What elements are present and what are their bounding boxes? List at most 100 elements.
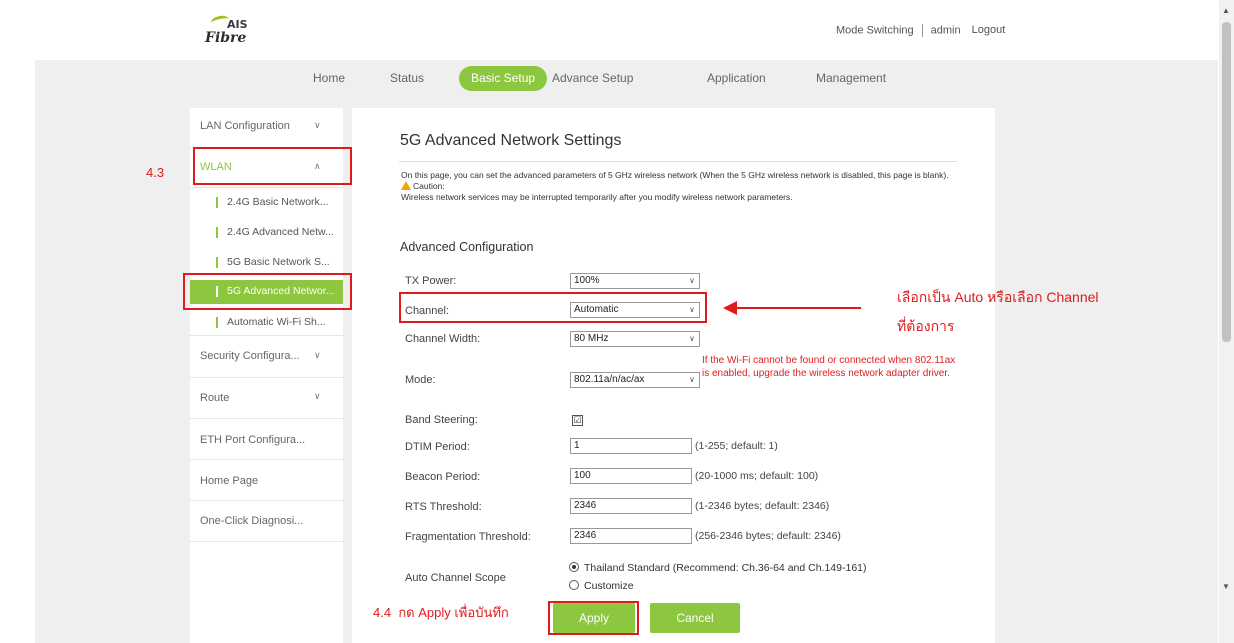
cancel-button[interactable]: Cancel xyxy=(650,603,740,633)
ais-fibre-logo[interactable]: AIS Fibre xyxy=(205,14,275,48)
auto-channel-scope-label: Auto Channel Scope xyxy=(405,572,506,584)
fragmentation-threshold-input[interactable]: 2346 xyxy=(570,528,692,544)
beacon-period-hint: (20-1000 ms; default: 100) xyxy=(695,470,819,482)
sidebar-item-lan[interactable]: LAN Configuration ∨ xyxy=(190,108,343,148)
tx-power-label: TX Power: xyxy=(405,275,457,287)
top-link-divider xyxy=(921,24,923,37)
mode-label: Mode: xyxy=(405,374,436,386)
chevron-down-icon: ∨ xyxy=(689,276,695,285)
sidebar: LAN Configuration ∨ WLAN ∧ 2.4G Basic Ne… xyxy=(190,108,343,643)
sidebar-item-label: ETH Port Configura... xyxy=(200,434,306,446)
sidebar-sub-label: 5G Basic Network S... xyxy=(227,256,330,268)
title-divider xyxy=(399,161,957,162)
sidebar-sub-24g-advanced[interactable]: 2.4G Advanced Netw... xyxy=(190,224,343,244)
nav-management[interactable]: Management xyxy=(816,66,886,91)
rts-threshold-label: RTS Threshold: xyxy=(405,501,482,513)
admin-label: admin xyxy=(930,24,961,37)
sidebar-item-route[interactable]: Route ∨ xyxy=(190,378,343,419)
channel-width-select[interactable]: 80 MHz ∨ xyxy=(570,331,700,347)
select-value: 802.11a/n/ac/ax xyxy=(574,374,645,385)
annotation-arrow-icon xyxy=(723,301,737,315)
chevron-down-icon: ∨ xyxy=(314,120,321,130)
sidebar-sub-5g-basic[interactable]: 5G Basic Network S... xyxy=(190,254,343,274)
page-title: 5G Advanced Network Settings xyxy=(400,132,622,149)
step-label-4-3: 4.3 xyxy=(146,165,165,180)
5g-advanced-highlight-box xyxy=(183,273,352,310)
step-number: 4.4 xyxy=(373,605,392,620)
beacon-period-input[interactable]: 100 xyxy=(570,468,692,484)
page-description: On this page, you can set the advanced p… xyxy=(401,170,956,203)
channel-note-line1: เลือกเป็น Auto หรือเลือก Channel xyxy=(897,289,1099,305)
sidebar-item-label: Home Page xyxy=(200,475,259,487)
caution-label: Caution: xyxy=(413,181,445,191)
main-nav: Home Status Basic Setup Advance Setup Ap… xyxy=(35,60,1218,100)
radio-unselected-icon xyxy=(569,580,579,590)
channel-note-line2: ที่ต้องการ xyxy=(897,318,955,334)
sidebar-item-label: One-Click Diagnosi... xyxy=(200,515,304,527)
sidebar-sub-label: 2.4G Basic Network... xyxy=(227,196,329,208)
sidebar-item-security[interactable]: Security Configura... ∨ xyxy=(190,337,343,378)
annotation-arrow-line xyxy=(735,307,861,309)
dtim-period-label: DTIM Period: xyxy=(405,441,470,453)
mode-select[interactable]: 802.11a/n/ac/ax ∨ xyxy=(570,372,700,388)
radio-label: Customize xyxy=(584,580,634,592)
channel-highlight-box xyxy=(399,292,707,323)
scroll-down-icon[interactable]: ▼ xyxy=(1222,582,1230,591)
band-steering-checkbox[interactable]: ☑ xyxy=(572,415,583,426)
sub-item-marker xyxy=(216,257,218,268)
header-bar: AIS Fibre Mode Switching admin Logout xyxy=(0,0,1234,52)
sub-item-marker xyxy=(216,317,218,328)
checkmark-icon: ☑ xyxy=(573,415,582,425)
section-heading: Advanced Configuration xyxy=(400,240,534,254)
mode-switching-link[interactable]: Mode Switching xyxy=(836,24,914,36)
apply-note: กด Apply เพื่อบันทึก xyxy=(398,605,509,620)
dtim-period-input[interactable]: 1 xyxy=(570,438,692,454)
dtim-period-hint: (1-255; default: 1) xyxy=(695,440,778,452)
nav-application[interactable]: Application xyxy=(707,66,766,91)
nav-advance-setup[interactable]: Advance Setup xyxy=(552,66,633,91)
tx-power-select[interactable]: 100% ∨ xyxy=(570,273,700,289)
sidebar-item-homepage[interactable]: Home Page xyxy=(190,460,343,501)
nav-home[interactable]: Home xyxy=(313,66,345,91)
nav-status[interactable]: Status xyxy=(390,66,424,91)
warning-icon xyxy=(401,181,411,190)
select-value: 80 MHz xyxy=(574,333,609,344)
sidebar-item-label: LAN Configuration xyxy=(200,120,290,132)
sidebar-sub-auto-wifi[interactable]: Automatic Wi-Fi Sh... xyxy=(190,314,343,336)
scope-option-thailand[interactable]: Thailand Standard (Recommend: Ch.36-64 a… xyxy=(569,562,867,574)
settings-panel: 5G Advanced Network Settings On this pag… xyxy=(352,108,995,643)
beacon-period-label: Beacon Period: xyxy=(405,471,481,483)
nav-basic-setup[interactable]: Basic Setup xyxy=(459,66,548,91)
sidebar-sub-label: 2.4G Advanced Netw... xyxy=(227,226,334,238)
fragmentation-threshold-hint: (256-2346 bytes; default: 2346) xyxy=(695,530,841,542)
sub-item-marker xyxy=(216,227,218,238)
chevron-down-icon: ∨ xyxy=(314,350,321,360)
apply-highlight-box xyxy=(548,601,639,635)
caution-text: Wireless network services may be interru… xyxy=(401,192,793,202)
rts-threshold-input[interactable]: 2346 xyxy=(570,498,692,514)
top-links: Mode Switching admin Logout xyxy=(836,24,1005,37)
sub-item-marker xyxy=(216,197,218,208)
logout-link[interactable]: Logout xyxy=(972,24,1006,36)
page-scrollbar[interactable]: ▲ ▼ xyxy=(1219,0,1234,643)
chevron-down-icon: ∨ xyxy=(314,391,321,401)
scroll-up-icon[interactable]: ▲ xyxy=(1222,6,1230,15)
step-label-4-4: 4.4 กด Apply เพื่อบันทึก xyxy=(373,602,509,623)
mode-warning-note: If the Wi-Fi cannot be found or connecte… xyxy=(702,355,956,379)
sidebar-sub-24g-basic[interactable]: 2.4G Basic Network... xyxy=(190,194,343,214)
sidebar-item-eth[interactable]: ETH Port Configura... xyxy=(190,419,343,460)
scope-option-customize[interactable]: Customize xyxy=(569,580,634,592)
band-steering-label: Band Steering: xyxy=(405,414,478,426)
scrollbar-thumb[interactable] xyxy=(1222,22,1231,342)
logo-fibre-text: Fibre xyxy=(205,30,247,46)
description-text: On this page, you can set the advanced p… xyxy=(401,170,949,180)
select-value: 100% xyxy=(574,275,600,286)
chevron-down-icon: ∨ xyxy=(689,375,695,384)
channel-width-label: Channel Width: xyxy=(405,333,481,345)
radio-label: Thailand Standard (Recommend: Ch.36-64 a… xyxy=(584,562,867,574)
sidebar-item-label: Route xyxy=(200,392,230,404)
rts-threshold-hint: (1-2346 bytes; default: 2346) xyxy=(695,500,830,512)
chevron-down-icon: ∨ xyxy=(689,334,695,343)
sidebar-item-diagnosis[interactable]: One-Click Diagnosi... xyxy=(190,501,343,542)
sidebar-sub-label: Automatic Wi-Fi Sh... xyxy=(227,316,326,328)
